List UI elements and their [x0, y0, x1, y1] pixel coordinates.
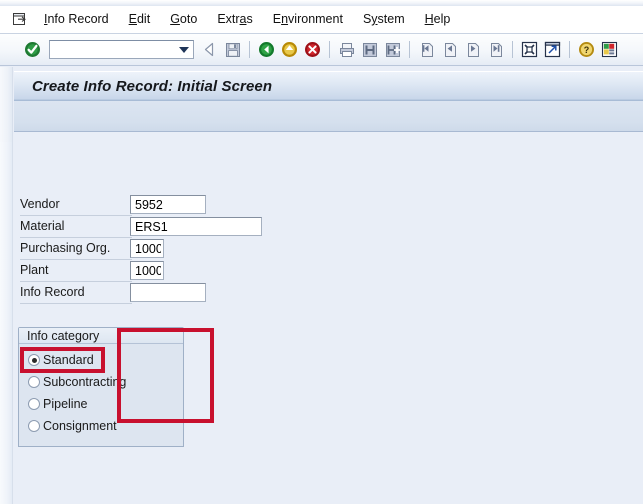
plant-input[interactable] — [130, 261, 164, 280]
material-label: Material — [20, 219, 65, 233]
green-back-icon[interactable] — [256, 39, 277, 60]
menu-item-help[interactable]: Help — [415, 10, 461, 29]
left-gutter — [0, 67, 13, 142]
vendor-label: Vendor — [20, 197, 60, 211]
form-row-material: Material — [20, 216, 320, 238]
form-row-info-record: Info Record — [20, 282, 320, 304]
menu-item-system[interactable]: System — [353, 10, 415, 29]
next-page-icon[interactable] — [462, 39, 483, 60]
form-row-plant: Plant — [20, 260, 320, 282]
info-category-header: Info category — [19, 328, 183, 344]
create-shortcut-icon[interactable] — [542, 39, 563, 60]
toolbar-separator — [569, 41, 570, 58]
purchasing-org-label: Purchasing Org. — [20, 241, 111, 255]
info-record-input[interactable] — [130, 283, 206, 302]
info-category-title: Info category — [27, 329, 100, 343]
material-input[interactable] — [130, 217, 262, 236]
radio-option-pipeline[interactable]: Pipeline — [19, 393, 183, 415]
title-subbar — [14, 101, 643, 132]
info-category-options: Standard Subcontracting Pipeline Consign… — [19, 344, 183, 437]
radio-label-consignment: Consignment — [43, 419, 117, 433]
radio-selected-icon[interactable] — [28, 354, 40, 366]
toolbar-separator — [512, 41, 513, 58]
menu-item-environment[interactable]: Environment — [263, 10, 353, 29]
previous-page-icon[interactable] — [439, 39, 460, 60]
info-category-groupbox: Info category Standard Subcontracting Pi… — [18, 327, 184, 447]
command-field[interactable] — [49, 40, 194, 59]
vendor-input[interactable] — [130, 195, 206, 214]
layout-menu-icon[interactable] — [599, 39, 620, 60]
radio-option-standard[interactable]: Standard — [19, 349, 183, 371]
initial-screen-form: Vendor Material Purchasing Org. Plant — [20, 194, 320, 304]
toolbar-separator — [249, 41, 250, 58]
menu-bar: Info Record Edit Goto Extras Environment… — [0, 6, 643, 34]
save-icon[interactable] — [222, 39, 243, 60]
form-row-vendor: Vendor — [20, 194, 320, 216]
menu-item-extras[interactable]: Extras — [207, 10, 262, 29]
radio-unselected-icon[interactable] — [28, 398, 40, 410]
page-title: Create Info Record: Initial Screen — [32, 78, 273, 95]
back-arrow-icon[interactable] — [199, 39, 220, 60]
find-next-icon[interactable] — [382, 39, 403, 60]
create-session-icon[interactable] — [519, 39, 540, 60]
screen-title-bar: Create Info Record: Initial Screen — [14, 71, 643, 101]
radio-unselected-icon[interactable] — [28, 420, 40, 432]
sap-gui-window: Info Record Edit Goto Extras Environment… — [0, 0, 643, 504]
radio-option-consignment[interactable]: Consignment — [19, 415, 183, 437]
print-icon[interactable] — [336, 39, 357, 60]
row-divider — [20, 303, 132, 304]
command-input[interactable] — [50, 42, 178, 57]
first-page-icon[interactable] — [416, 39, 437, 60]
info-record-label: Info Record — [20, 285, 85, 299]
yellow-exit-icon[interactable] — [279, 39, 300, 60]
find-icon[interactable] — [359, 39, 380, 60]
menu-item-goto[interactable]: Goto — [160, 10, 207, 29]
radio-option-subcontracting[interactable]: Subcontracting — [19, 371, 183, 393]
radio-label-standard: Standard — [43, 353, 94, 367]
plant-label: Plant — [20, 263, 49, 277]
enter-icon[interactable] — [22, 39, 43, 60]
last-page-icon[interactable] — [485, 39, 506, 60]
toolbar-separator — [409, 41, 410, 58]
application-toolbar: ? — [0, 34, 643, 66]
content-area: Vendor Material Purchasing Org. Plant — [0, 142, 643, 504]
menu-item-edit[interactable]: Edit — [119, 10, 161, 29]
title-area: Create Info Record: Initial Screen — [0, 67, 643, 142]
sap-system-menu-icon[interactable] — [6, 13, 34, 26]
radio-label-subcontracting: Subcontracting — [43, 375, 127, 389]
toolbar-separator — [329, 41, 330, 58]
form-row-purchasing-org: Purchasing Org. — [20, 238, 320, 260]
red-cancel-icon[interactable] — [302, 39, 323, 60]
left-gutter — [0, 142, 13, 504]
svg-text:?: ? — [584, 45, 590, 55]
purchasing-org-input[interactable] — [130, 239, 164, 258]
help-icon[interactable]: ? — [576, 39, 597, 60]
radio-label-pipeline: Pipeline — [43, 397, 88, 411]
chevron-down-icon[interactable] — [179, 47, 189, 53]
radio-unselected-icon[interactable] — [28, 376, 40, 388]
menu-item-info-record[interactable]: Info Record — [34, 10, 119, 29]
